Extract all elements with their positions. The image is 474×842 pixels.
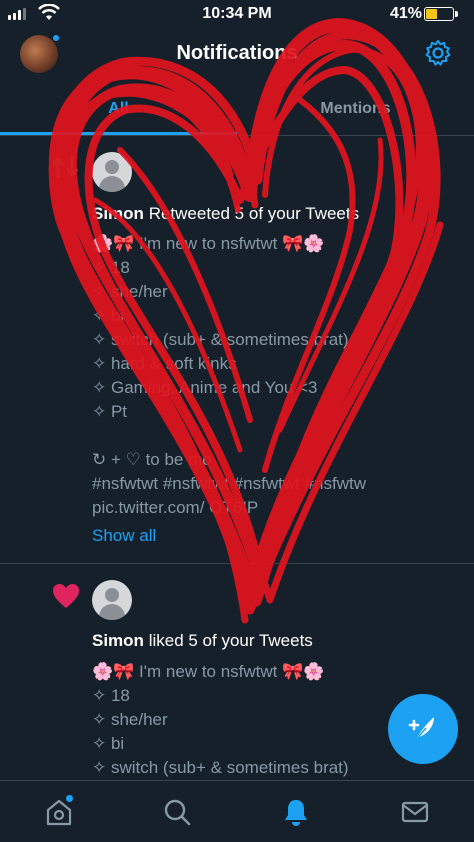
header: Notifications	[0, 30, 474, 80]
show-all-link[interactable]: Show all	[92, 526, 156, 546]
search-icon[interactable]	[162, 797, 192, 827]
user-avatar[interactable]	[92, 580, 132, 620]
retweet-icon	[52, 156, 78, 178]
tab-all[interactable]: All	[0, 100, 237, 118]
tab-bar: All Mentions	[0, 90, 474, 134]
heart-icon	[53, 584, 79, 608]
tweet-line: ✧ switch (sub+ & sometimes brat)	[92, 330, 349, 349]
notification-item[interactable]: Simon Retweeted 5 of your Tweets 🌸🎀 I'm …	[0, 136, 474, 564]
tweet-line: 🌸🎀 I'm new to nsfwtwt 🎀🌸	[92, 662, 325, 681]
tweet-preview[interactable]: 🌸🎀 I'm new to nsfwtwt 🎀🌸 ✧ 18 ✧ she/her …	[92, 232, 366, 520]
tweet-line: ✧ Pt	[92, 402, 128, 421]
tab-mentions[interactable]: Mentions	[237, 100, 474, 118]
tweet-line: #nsfwtwt #nsfwtwt #nsfwtwt #nsfwtw	[92, 474, 366, 493]
unread-dot	[52, 34, 60, 42]
status-bar: 10:34 PM 41%	[0, 0, 474, 30]
notification-action: Retweeted 5 of your Tweets	[148, 204, 360, 223]
tweet-line: ✧ she/her	[92, 710, 168, 729]
bell-icon[interactable]	[281, 797, 311, 827]
tweet-line: ✧ bi	[92, 734, 125, 753]
unread-dot	[66, 795, 73, 802]
battery-percent: 41%	[390, 5, 423, 22]
tweet-line: ✧ switch (sub+ & sometimes brat)	[92, 758, 349, 777]
tweet-line: ✧ she/her	[92, 282, 168, 301]
tweet-line: ↻ + ♡ to be mo	[92, 450, 212, 469]
tweet-line: ✧ bi	[92, 306, 125, 325]
notification-headline: Simon liked 5 of your Tweets	[92, 631, 313, 651]
tweet-line	[92, 424, 366, 448]
tweet-line: pic.twitter.com/ OT6IP	[92, 498, 259, 517]
page-title: Notifications	[176, 42, 298, 64]
user-name[interactable]: Simon	[92, 631, 144, 650]
tweet-line: ✧ Gaming, Anime and You <3	[92, 378, 318, 397]
battery-icon	[424, 7, 458, 21]
user-name[interactable]: Simon	[92, 204, 144, 223]
tweet-line: ✧ 18	[92, 258, 130, 277]
bottom-nav	[0, 780, 474, 842]
compose-tweet-button[interactable]	[388, 694, 458, 764]
notification-headline: Simon Retweeted 5 of your Tweets	[92, 204, 359, 224]
tweet-line: ✧ 18	[92, 686, 130, 705]
gear-icon[interactable]	[424, 39, 452, 67]
tweet-line: 🌸🎀 I'm new to nsfwtwt 🎀🌸	[92, 234, 325, 253]
user-avatar[interactable]	[92, 152, 132, 192]
mail-icon[interactable]	[400, 797, 430, 827]
compose-feather-icon	[408, 717, 434, 742]
notification-action: liked 5 of your Tweets	[148, 631, 313, 650]
tweet-line: ✧ hard & soft kinks	[92, 354, 237, 373]
tweet-preview[interactable]: 🌸🎀 I'm new to nsfwtwt 🎀🌸 ✧ 18 ✧ she/her …	[92, 660, 349, 780]
